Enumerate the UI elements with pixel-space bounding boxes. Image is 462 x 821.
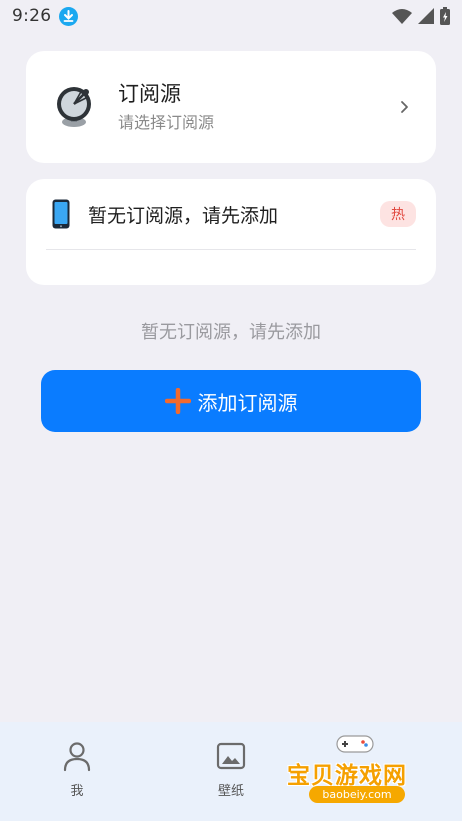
add-source-button[interactable]: 添加订阅源 (41, 370, 421, 432)
plus-icon (164, 388, 191, 414)
battery-charging-icon (440, 7, 450, 25)
tab-me[interactable]: 我 (37, 740, 117, 799)
list-item[interactable]: 暂无订阅源，请先添加 热 (46, 179, 416, 249)
source-text: 订阅源 请选择订阅源 (118, 80, 214, 134)
tab-label: 我 (70, 784, 84, 799)
hot-badge: 热 (380, 201, 416, 227)
person-icon (63, 742, 91, 772)
status-time: 9:26 (12, 6, 52, 26)
tab-wallpaper[interactable]: 壁纸 (191, 740, 271, 799)
source-title: 订阅源 (118, 82, 181, 106)
status-bar: 9:26 (0, 0, 462, 32)
list-item-text: 暂无订阅源，请先添加 (88, 204, 279, 227)
source-subtitle: 请选择订阅源 (118, 113, 215, 132)
tab-label: 壁纸 (217, 784, 244, 799)
screen: 9:26 订阅源 请选择订阅源 暂无订阅源，请先添加 热 暂无订阅源，请先添加 … (0, 0, 462, 821)
status-icons (392, 7, 450, 25)
satellite-dish-icon (57, 87, 91, 127)
source-selector-card[interactable]: 订阅源 请选择订阅源 (26, 51, 436, 163)
divider (46, 249, 416, 250)
phone-icon (52, 199, 70, 229)
gamepad-icon (336, 735, 374, 753)
signal-icon (418, 8, 434, 24)
source-list-card: 暂无订阅源，请先添加 热 (26, 179, 436, 285)
download-badge-icon (59, 6, 79, 26)
chevron-right-icon (401, 101, 408, 113)
wifi-icon (392, 9, 412, 24)
empty-hint: 暂无订阅源，请先添加 (141, 322, 321, 343)
watermark-text: 宝贝游戏网 (287, 763, 407, 789)
image-icon (216, 742, 246, 770)
add-source-label: 添加订阅源 (197, 392, 298, 415)
watermark-url: baobeiy.com (309, 786, 405, 803)
watermark: 宝贝游戏网 baobeiy.com (283, 728, 433, 818)
